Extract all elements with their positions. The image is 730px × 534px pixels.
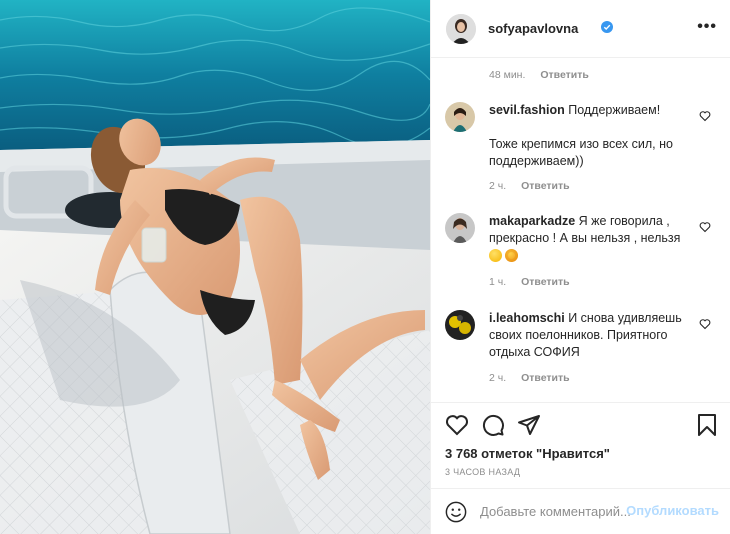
comment-meta: 1 ч. Ответить bbox=[489, 276, 570, 288]
comment-time: 1 ч. bbox=[489, 276, 507, 288]
post-header: sofyapavlovna ••• bbox=[431, 0, 730, 58]
verified-badge-icon bbox=[601, 21, 613, 33]
commenter-username[interactable]: i.leahomschi bbox=[489, 311, 565, 325]
comments-list[interactable]: 48 мин. Ответить sevil.fashion Поддержив… bbox=[431, 58, 730, 402]
commenter-avatar[interactable] bbox=[445, 310, 475, 340]
author-avatar[interactable] bbox=[446, 14, 476, 44]
comment-meta: 2 ч. Ответить bbox=[489, 180, 570, 192]
comment-text: makaparkadze Я же говорила , прекрасно !… bbox=[489, 213, 694, 265]
comment-time: 2 ч. bbox=[489, 372, 507, 384]
reply-button[interactable]: Ответить bbox=[521, 180, 570, 192]
reply-button[interactable]: Ответить bbox=[521, 372, 570, 384]
comment-text: i.leahomschi И снова удивляешь своих пое… bbox=[489, 310, 694, 361]
comment-icon[interactable] bbox=[481, 413, 505, 437]
commenter-username[interactable]: sevil.fashion bbox=[489, 103, 565, 117]
comment-body: Поддерживаем! bbox=[568, 103, 661, 117]
likes-count[interactable]: 3 768 отметок "Нравится" bbox=[445, 446, 610, 461]
reply-button[interactable]: Ответить bbox=[540, 69, 589, 81]
commenter-username[interactable]: makaparkadze bbox=[489, 214, 575, 228]
comment-like-heart-icon[interactable] bbox=[699, 318, 711, 330]
bookmark-icon[interactable] bbox=[695, 413, 719, 437]
comment-body-continued: Тоже крепимся изо всех сил, но поддержив… bbox=[489, 137, 673, 168]
comment-like-heart-icon[interactable] bbox=[699, 221, 711, 233]
comment-like-heart-icon[interactable] bbox=[699, 110, 711, 122]
add-comment-bar: Опубликовать bbox=[431, 488, 730, 534]
more-options-button[interactable]: ••• bbox=[697, 18, 717, 36]
emoji-smile-icon[interactable] bbox=[445, 501, 467, 523]
comment-time: 2 ч. bbox=[489, 180, 507, 192]
post-image bbox=[0, 0, 430, 534]
comment-meta: 2 ч. Ответить bbox=[489, 372, 570, 384]
instagram-post: sofyapavlovna ••• 48 мин. Ответить sevil… bbox=[0, 0, 730, 534]
commenter-avatar[interactable] bbox=[445, 102, 475, 132]
author-username[interactable]: sofyapavlovna bbox=[488, 21, 578, 36]
post-photo[interactable] bbox=[0, 0, 430, 534]
grinning-sweat-emoji bbox=[489, 249, 502, 262]
post-timestamp[interactable]: 3 ЧАСОВ НАЗАД bbox=[445, 467, 520, 477]
comment-text: sevil.fashion Поддерживаем! Тоже крепимс… bbox=[489, 102, 694, 170]
post-side-panel: sofyapavlovna ••• 48 мин. Ответить sevil… bbox=[430, 0, 730, 534]
comment-time: 48 мин. bbox=[489, 69, 526, 81]
post-actions: 3 768 отметок "Нравится" 3 ЧАСОВ НАЗАД bbox=[431, 402, 730, 488]
publish-button[interactable]: Опубликовать bbox=[626, 503, 719, 518]
star-struck-emoji bbox=[505, 249, 518, 262]
add-comment-input[interactable] bbox=[480, 501, 630, 521]
share-icon[interactable] bbox=[517, 413, 541, 437]
comment-meta: 48 мин. Ответить bbox=[489, 69, 589, 81]
reply-button[interactable]: Ответить bbox=[521, 276, 570, 288]
commenter-avatar[interactable] bbox=[445, 213, 475, 243]
heart-icon[interactable] bbox=[445, 413, 469, 437]
